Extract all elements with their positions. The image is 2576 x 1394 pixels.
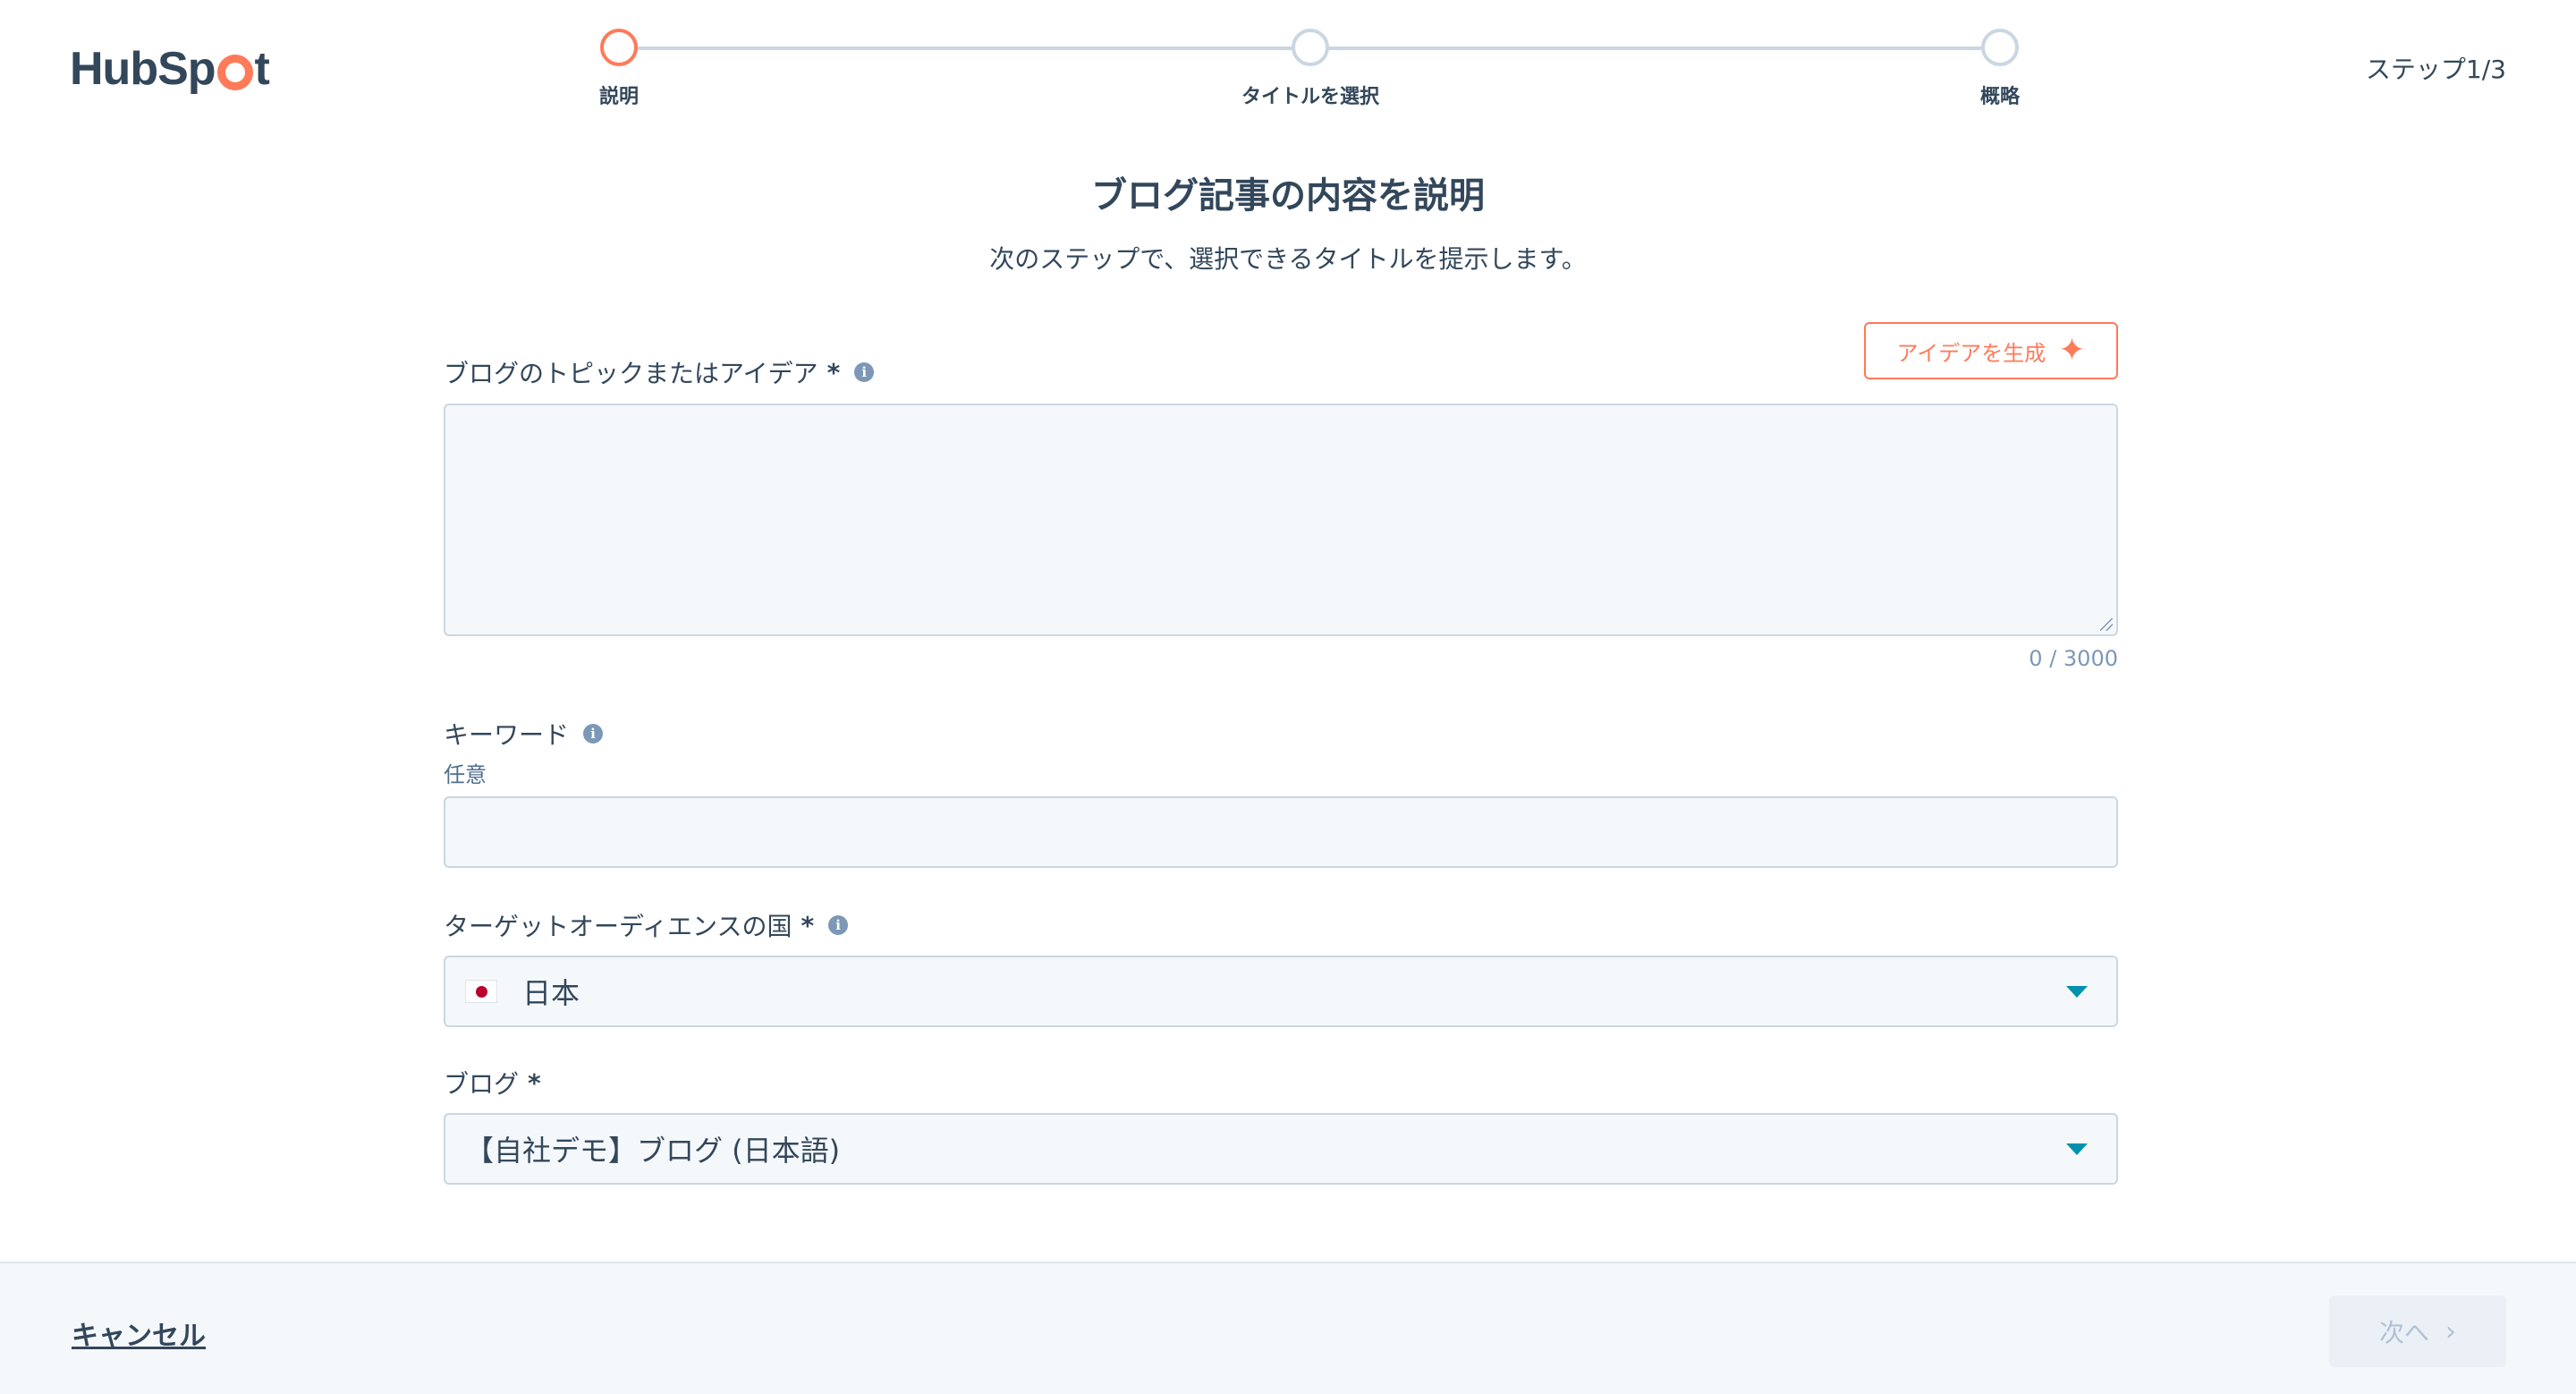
topic-label: ブログのトピックまたはアイデア * i: [444, 354, 875, 390]
japan-flag-icon: [465, 980, 497, 1003]
next-button[interactable]: 次へ ›: [2329, 1296, 2506, 1367]
next-label: 次へ: [2378, 1318, 2429, 1347]
resize-handle-icon[interactable]: [2100, 618, 2113, 631]
blog-description-form: ブログのトピックまたはアイデア * i アイデアを生成 ✦ 0 / 3000 キーワ…: [444, 0, 2118, 1253]
character-count: 0 / 3000: [2029, 646, 2118, 671]
required-mark: *: [826, 357, 841, 387]
country-label-text: ターゲットオーディエンスの国: [444, 912, 792, 941]
keyword-optional-hint: 任意: [444, 762, 487, 787]
footer-bar: キャンセル 次へ ›: [0, 1262, 2576, 1394]
blog-label-text: ブログ: [444, 1069, 520, 1099]
generate-ideas-button[interactable]: アイデアを生成 ✦: [1864, 322, 2118, 379]
required-mark: *: [801, 910, 815, 940]
logo-text-end: t: [254, 43, 270, 95]
required-mark: *: [528, 1067, 541, 1098]
topic-label-text: ブログのトピックまたはアイデア: [444, 359, 818, 388]
info-icon[interactable]: i: [828, 915, 849, 935]
country-label: ターゲットオーディエンスの国 * i: [444, 907, 849, 943]
keyword-label-text: キーワード: [444, 720, 570, 750]
info-icon[interactable]: i: [854, 362, 875, 382]
cancel-link[interactable]: キャンセル: [72, 1313, 206, 1353]
country-selected-value: 日本: [522, 976, 580, 1010]
logo-text: HubSp: [70, 43, 216, 95]
blog-selected-value: 【自社デモ】ブログ (日本語): [465, 1134, 841, 1168]
step-counter: ステップ1/3: [2365, 55, 2506, 84]
info-icon[interactable]: i: [583, 724, 604, 744]
generate-ideas-label: アイデアを生成: [1896, 340, 2046, 366]
blog-label: ブログ *: [444, 1065, 541, 1101]
sprocket-icon: [216, 55, 253, 90]
chevron-right-icon: ›: [2445, 1315, 2456, 1347]
blog-select[interactable]: 【自社デモ】ブログ (日本語): [444, 1113, 2118, 1185]
dropdown-caret-icon: [2066, 1143, 2088, 1155]
keyword-input[interactable]: [444, 796, 2118, 868]
topic-textarea[interactable]: [444, 404, 2118, 636]
dropdown-caret-icon: [2066, 986, 2088, 998]
keyword-label: キーワード i: [444, 716, 604, 752]
hubspot-logo: HubSp t: [70, 39, 270, 98]
sparkle-icon: ✦: [2058, 332, 2086, 369]
country-select[interactable]: 日本: [444, 956, 2118, 1027]
